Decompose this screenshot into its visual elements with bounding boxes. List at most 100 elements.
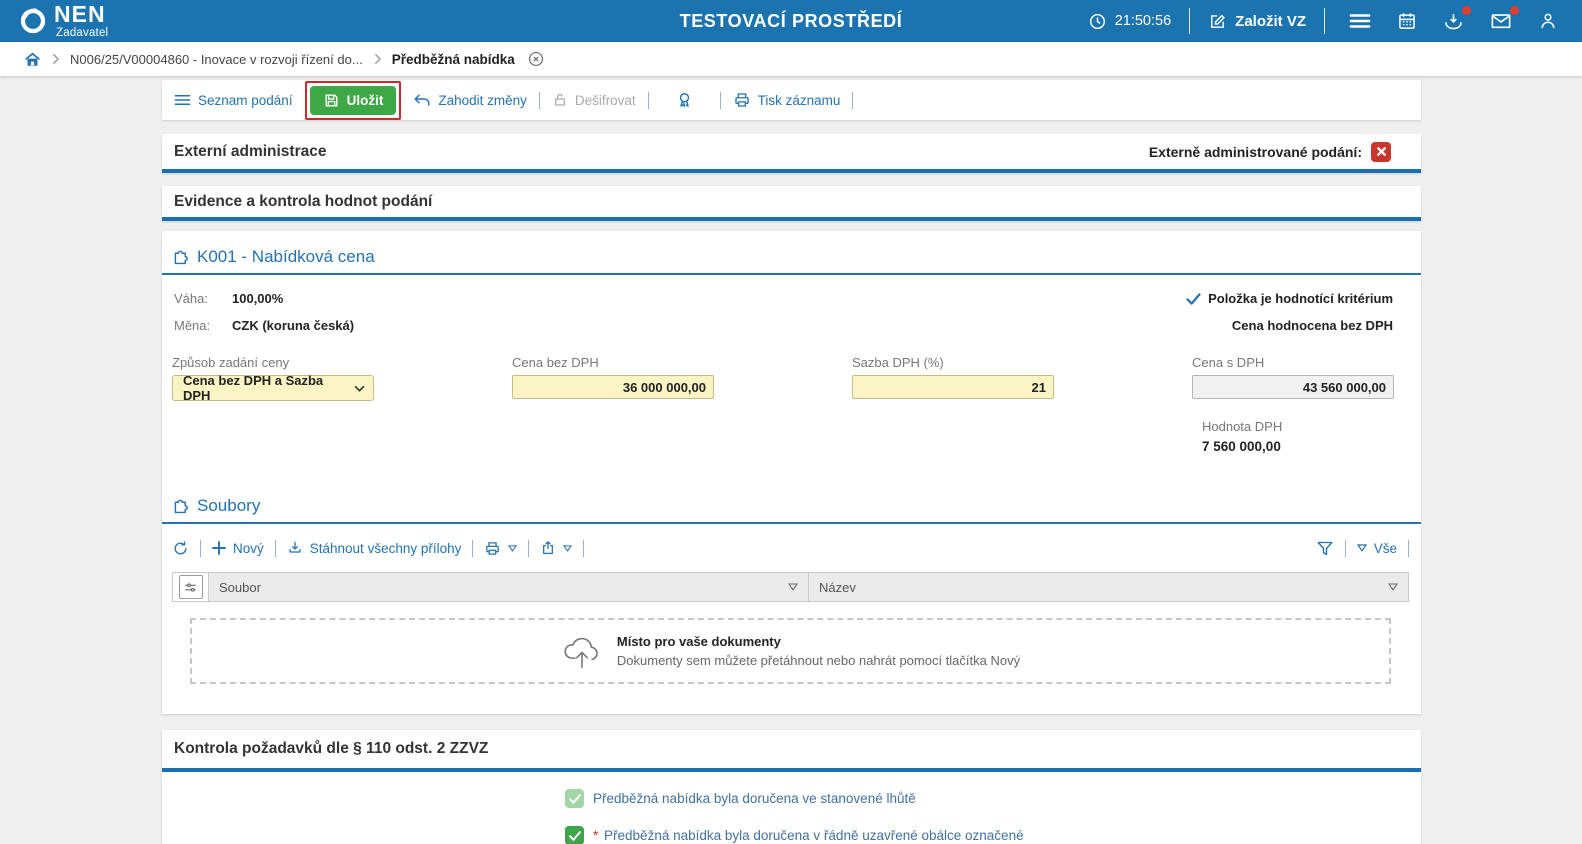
dropdown-triangle-icon [563, 545, 572, 552]
filter-button[interactable] [1316, 540, 1334, 557]
puzzle-icon [172, 249, 189, 266]
column-header-soubor[interactable]: Soubor [209, 573, 808, 601]
requirement-check-row: Předběžná nabídka byla doručena ve stano… [565, 790, 1421, 808]
requirements-section: Kontrola požadavků dle § 110 odst. 2 ZZV… [162, 730, 1421, 844]
download-all-button[interactable]: Stáhnout všechny přílohy [287, 540, 462, 556]
vat-rate-input[interactable] [852, 375, 1054, 399]
price-mode-value: Cena bez DPH a Sazba DPH [183, 373, 354, 403]
checkbox-delivered-on-time[interactable] [565, 789, 584, 808]
create-vz-button[interactable]: Založit VZ [1208, 12, 1306, 31]
download-tray-icon [1443, 11, 1464, 32]
chevron-down-icon [354, 385, 365, 392]
discard-changes-label: Zahodit změny [438, 93, 527, 108]
create-vz-label: Založit VZ [1235, 13, 1306, 30]
print-record-button[interactable]: Tisk záznamu [733, 91, 841, 109]
column-settings-button[interactable] [179, 575, 203, 599]
new-file-label: Nový [233, 541, 264, 556]
chevron-right-icon [373, 53, 382, 65]
downloads-notification-dot [1462, 6, 1471, 15]
checkbox-sealed-envelope[interactable] [565, 826, 584, 844]
weight-value: 100,00% [232, 291, 283, 306]
files-subsection-header: Soubory [162, 488, 1421, 524]
dropdown-triangle-icon [1357, 544, 1367, 552]
refresh-icon [172, 540, 189, 557]
file-dropzone[interactable]: Místo pro vaše dokumenty Dokumenty sem m… [190, 618, 1391, 684]
plus-icon [212, 541, 226, 555]
seal-ribbon-icon [675, 91, 694, 110]
price-excl-label: Cena bez DPH [512, 355, 714, 370]
topbar-divider [1189, 8, 1190, 34]
price-incl-label: Cena s DPH [1192, 355, 1394, 370]
discard-changes-button[interactable]: Zahodit změny [413, 93, 527, 108]
extern-flag-no-icon[interactable] [1371, 142, 1391, 162]
top-bar: NEN Zadavatel TESTOVACÍ PROSTŘEDÍ 21:50:… [0, 0, 1582, 42]
price-mode-select[interactable]: Cena bez DPH a Sazba DPH [172, 375, 374, 401]
toolbar-divider [1408, 540, 1409, 557]
envelope-icon [1490, 11, 1512, 31]
new-file-button[interactable]: Nový [212, 541, 264, 556]
person-icon [1538, 11, 1558, 31]
toolbar-divider [852, 92, 853, 109]
messages-button[interactable] [1484, 9, 1518, 33]
requirements-title: Kontrola požadavků dle § 110 odst. 2 ZZV… [174, 740, 488, 757]
calendar-icon [1397, 11, 1417, 31]
currency-label: Měna: [174, 318, 232, 333]
toolbar-divider [528, 540, 529, 557]
toolbar-divider [1345, 540, 1346, 557]
evidence-section-header: Evidence a kontrola hodnot podání [162, 186, 1421, 221]
column-header-nazev[interactable]: Název [808, 573, 1408, 601]
refresh-button[interactable] [172, 540, 189, 557]
messages-notification-dot [1510, 6, 1519, 15]
close-tab-icon[interactable] [527, 50, 545, 68]
share-icon [540, 540, 556, 556]
toolbar-divider [200, 540, 201, 557]
price-excl-input[interactable] [512, 375, 714, 399]
save-button[interactable]: Uložit [310, 86, 397, 115]
certificate-button[interactable] [661, 91, 708, 110]
print-files-button[interactable] [484, 540, 517, 557]
column-filter-icon[interactable] [788, 583, 798, 591]
export-button[interactable] [540, 540, 572, 556]
price-incl-field: Cena s DPH [1192, 355, 1394, 401]
k001-subsection-header: K001 - Nabídková cena [162, 239, 1421, 275]
list-icon [174, 93, 191, 107]
decrypt-button[interactable]: Dešifrovat [552, 92, 636, 108]
breadcrumb-current: Předběžná nabídka [392, 52, 515, 67]
currency-row: Měna: CZK (koruna česká) Cena hodnocena … [174, 312, 1393, 339]
evidence-section-title: Evidence a kontrola hodnot podání [174, 193, 432, 211]
user-profile-button[interactable] [1532, 9, 1564, 33]
currency-value: CZK (koruna česká) [232, 318, 354, 333]
record-toolbar: Seznam podání Uložit Zahodit [162, 80, 1421, 120]
printer-icon [733, 91, 751, 109]
download-icon [287, 540, 303, 556]
vat-amount-label: Hodnota DPH [1202, 419, 1421, 434]
home-icon[interactable] [24, 51, 41, 67]
requirement-check-row: * Předběžná nabídka byla doručena v řádn… [565, 827, 1421, 844]
view-all-filter[interactable]: Vše [1357, 541, 1397, 556]
decrypt-label: Dešifrovat [575, 93, 636, 108]
vat-flag-label: Cena hodnocena bez DPH [1232, 318, 1393, 333]
view-all-label: Vše [1374, 541, 1397, 556]
seznam-podani-button[interactable]: Seznam podání [174, 93, 293, 108]
price-excl-field: Cena bez DPH [512, 355, 714, 401]
menu-button[interactable] [1343, 10, 1377, 32]
price-incl-input [1192, 375, 1394, 399]
downloads-button[interactable] [1437, 9, 1470, 34]
unlock-icon [552, 92, 568, 108]
funnel-icon [1316, 540, 1334, 557]
calendar-button[interactable] [1391, 9, 1423, 33]
price-mode-field: Způsob zadání ceny Cena bez DPH a Sazba … [172, 355, 374, 401]
column-filter-icon[interactable] [1388, 583, 1398, 591]
time-text: 21:50:56 [1115, 13, 1171, 29]
logo-text: NEN [54, 0, 106, 27]
dropzone-subtitle: Dokumenty sem můžete přetáhnout nebo nah… [617, 653, 1020, 668]
nen-logo[interactable]: NEN Zadavatel [18, 3, 108, 39]
nen-logo-icon [18, 6, 48, 36]
clock-icon [1088, 12, 1107, 31]
evidence-section-body: K001 - Nabídková cena Váha: 100,00% Polo… [162, 231, 1421, 714]
check2-label: Předběžná nabídka byla doručena v řádně … [593, 828, 1024, 844]
toolbar-divider [539, 92, 540, 109]
vat-amount-value: 7 560 000,00 [1202, 439, 1421, 454]
dropzone-title: Místo pro vaše dokumenty [617, 634, 1020, 649]
breadcrumb-contract[interactable]: N006/25/V00004860 - Inovace v rozvoji ří… [70, 52, 363, 67]
